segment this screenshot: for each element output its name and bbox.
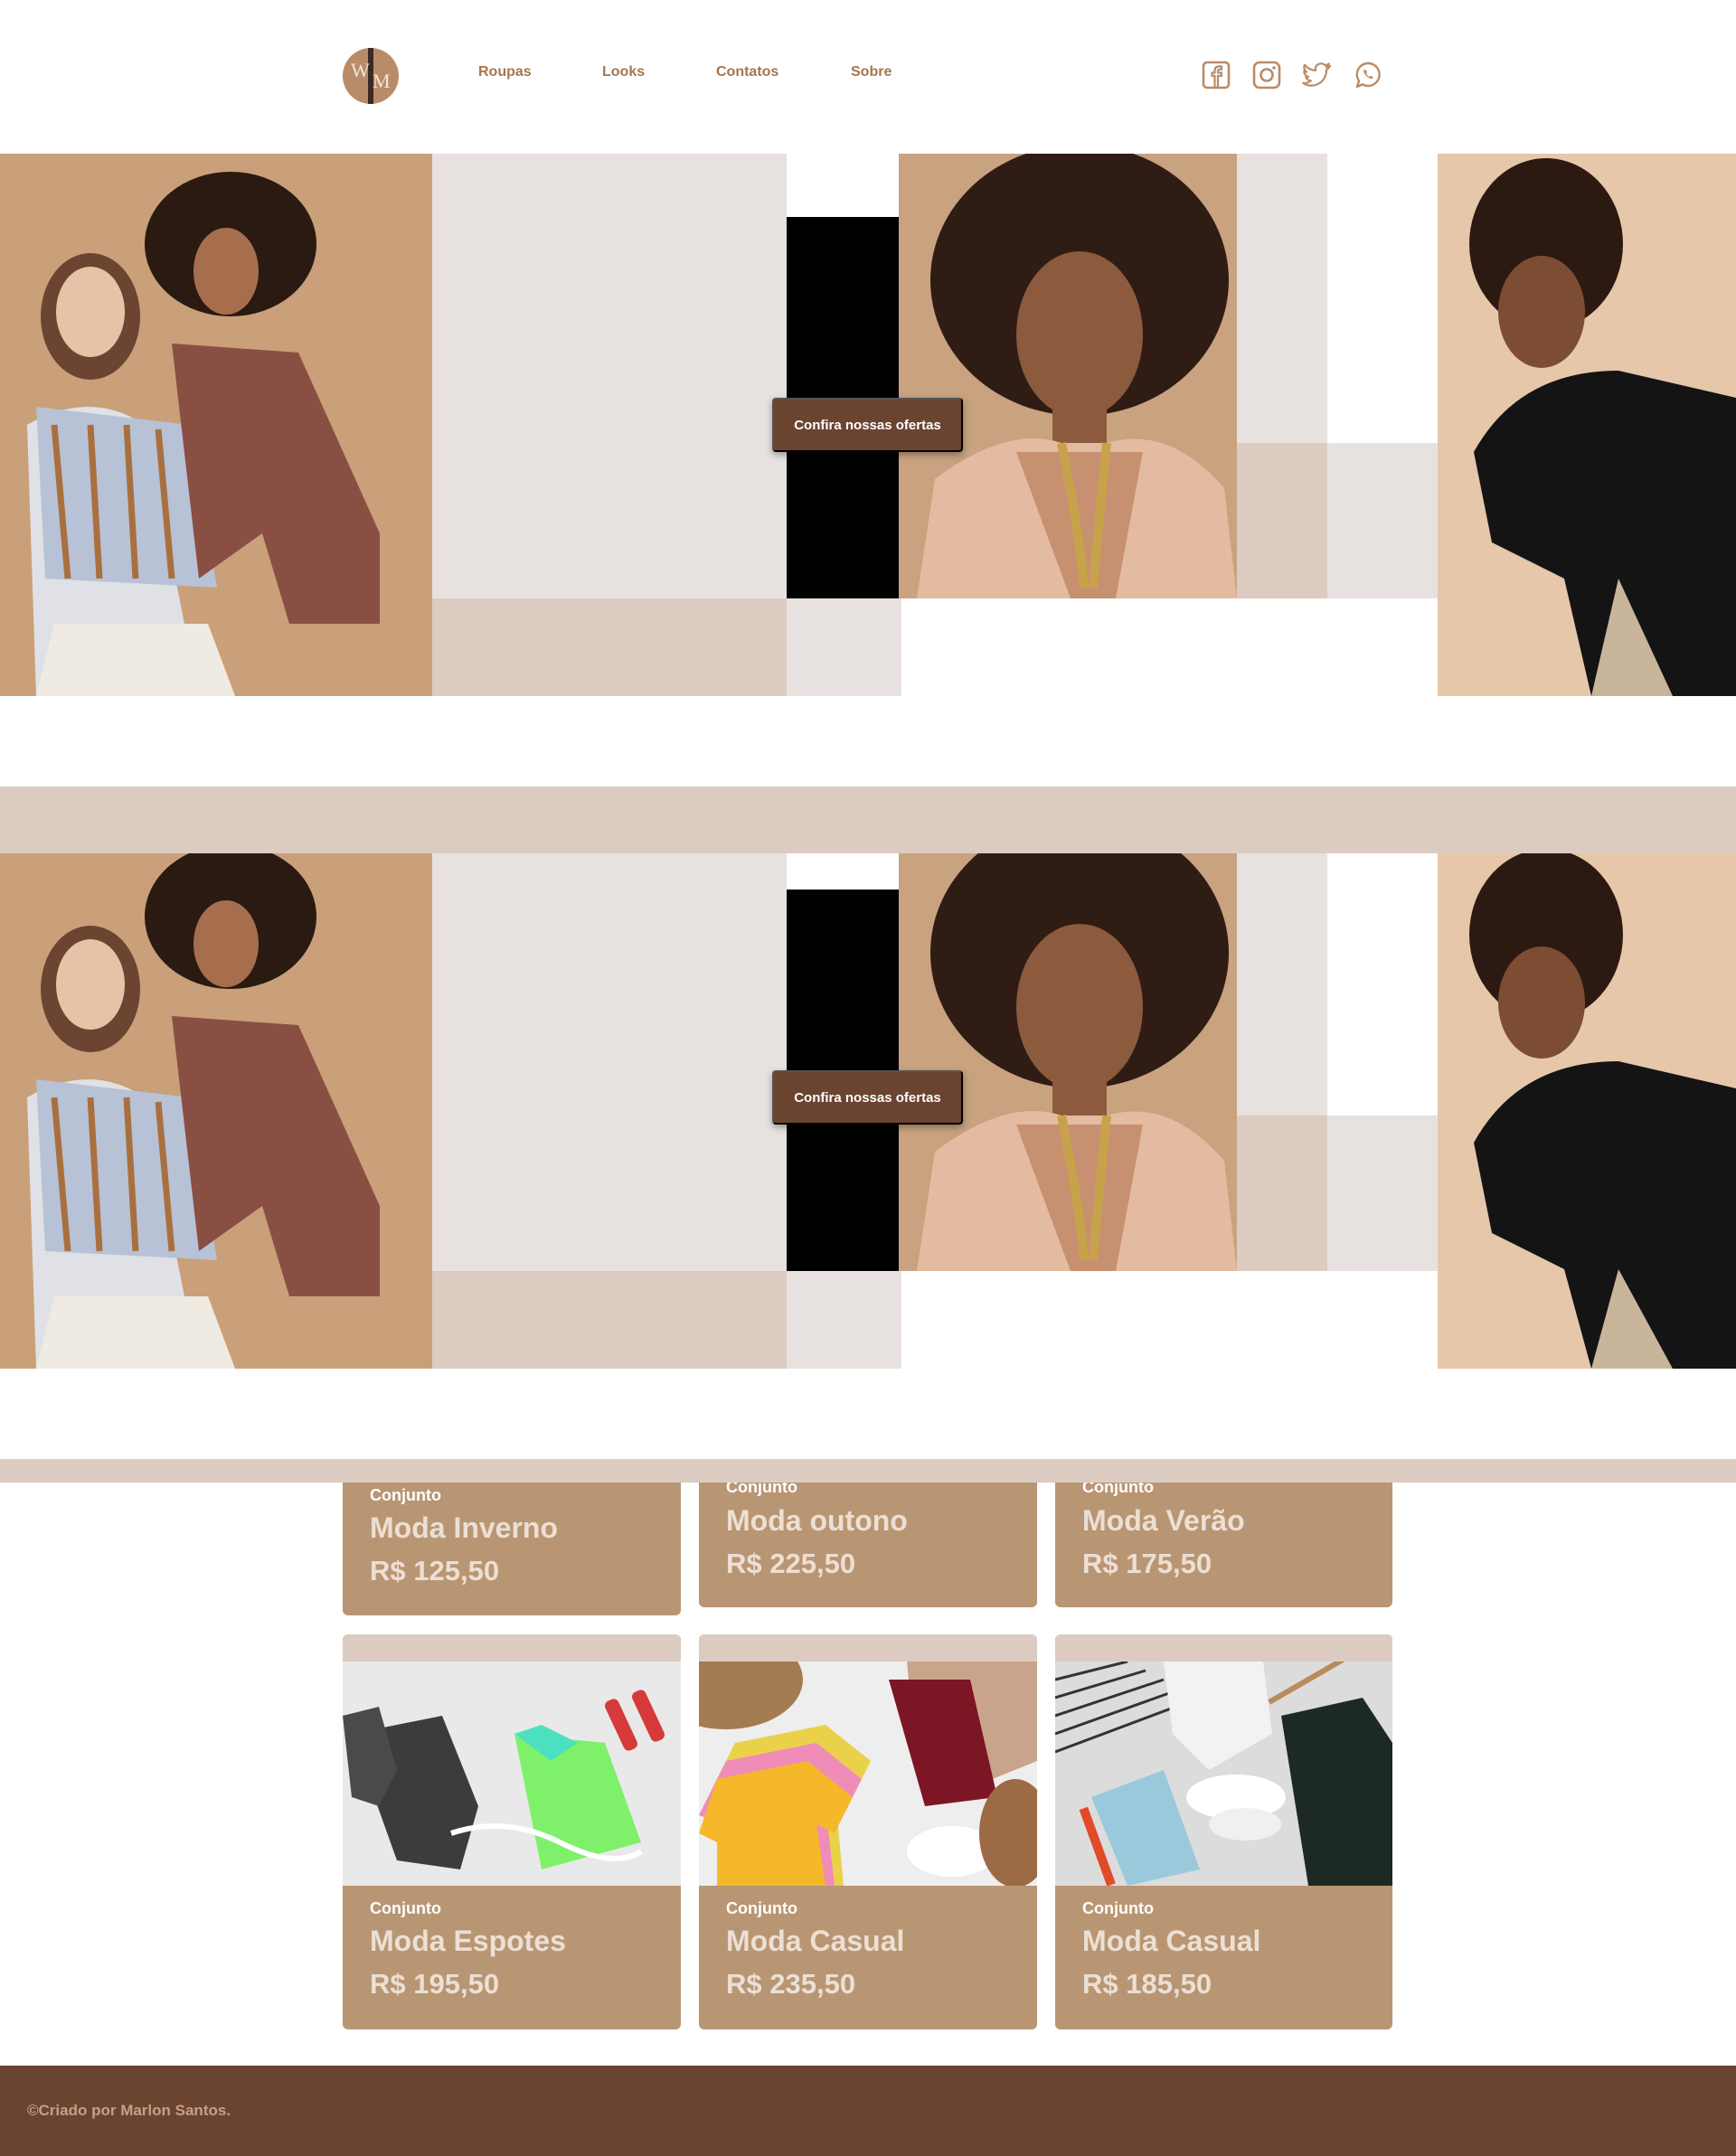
section-divider-stripe	[0, 786, 1736, 853]
hero-block-gray-right2	[1327, 443, 1438, 598]
product-price: R$ 225,50	[726, 1548, 856, 1579]
hero-photo-blazer	[1438, 154, 1736, 696]
hero-block-gray-small	[787, 1271, 901, 1369]
product-card[interactable]: Conjunto Moda Casual R$ 185,50	[1055, 1634, 1392, 2029]
nav-roupas[interactable]: Roupas	[478, 64, 532, 86]
spacer	[0, 1369, 1736, 1459]
card-top-band	[699, 1634, 1037, 1662]
product-price: R$ 185,50	[1082, 1968, 1212, 2000]
hero-banner-secondary: Confira nossas ofertas	[0, 853, 1736, 1396]
hero-photo-duo	[0, 154, 432, 696]
product-card[interactable]: Conjunto Moda Casual R$ 235,50	[699, 1634, 1037, 2029]
facebook-icon[interactable]	[1201, 60, 1231, 90]
footer-credit: ©Criado por Marlon Santos.	[27, 2102, 231, 2119]
logo-letter-w: W	[351, 59, 370, 81]
hero-block-gray	[432, 853, 787, 1271]
hero-block-pink-right	[1237, 443, 1327, 598]
hero-block-gray-small	[787, 598, 901, 696]
page: W M Roupas Looks Contatos Sobre Confira …	[0, 0, 1736, 2156]
site-header: W M Roupas Looks Contatos Sobre	[0, 0, 1736, 154]
hero-block-gray-right	[1237, 154, 1327, 443]
hero-photo-blazer	[1438, 853, 1736, 1369]
nav-looks[interactable]: Looks	[602, 64, 645, 86]
product-kind: Conjunto	[726, 1899, 797, 1917]
product-name: Moda Casual	[1082, 1925, 1261, 1957]
product-name: Moda Inverno	[370, 1511, 559, 1544]
brand-logo[interactable]: W M	[343, 48, 399, 104]
product-image-sports	[343, 1662, 681, 1886]
twitter-icon[interactable]	[1302, 60, 1333, 90]
product-price: R$ 125,50	[370, 1555, 500, 1586]
product-kind: Conjunto	[370, 1486, 441, 1504]
logo-letter-m: M	[373, 70, 391, 92]
site-footer: ©Criado por Marlon Santos.	[0, 2066, 1736, 2156]
product-price: R$ 195,50	[370, 1968, 500, 2000]
hero-photo-duo	[0, 853, 432, 1369]
product-kind: Conjunto	[370, 1899, 441, 1917]
card-top-band	[343, 1634, 681, 1662]
hero-block-pink	[432, 598, 787, 696]
product-name: Moda outono	[726, 1504, 908, 1537]
cta-offers-button-secondary[interactable]: Confira nossas ofertas	[772, 1070, 963, 1125]
hero-banner: Confira nossas ofertas	[0, 154, 1736, 696]
hero-block-gray	[432, 154, 787, 598]
nav-contatos[interactable]: Contatos	[716, 64, 778, 86]
product-name: Moda Verão	[1082, 1504, 1245, 1537]
product-card[interactable]: Conjunto Moda Espotes R$ 195,50	[343, 1634, 681, 2029]
product-price: R$ 235,50	[726, 1968, 856, 2000]
product-image-casual-black	[1055, 1662, 1392, 1886]
product-image-casual-tees	[699, 1662, 1037, 1886]
whatsapp-icon[interactable]	[1353, 60, 1383, 90]
hero-block-pink-right	[1237, 1116, 1327, 1271]
product-price: R$ 175,50	[1082, 1548, 1212, 1579]
hero-photo-curly	[899, 853, 1237, 1271]
section-divider-stripe-bottom	[0, 1459, 1736, 1483]
product-name: Moda Casual	[726, 1925, 905, 1957]
hero-block-gray-right	[1237, 853, 1327, 1116]
cta-offers-button[interactable]: Confira nossas ofertas	[772, 398, 963, 452]
card-top-band	[1055, 1634, 1392, 1662]
hero-photo-curly	[899, 154, 1237, 598]
product-kind: Conjunto	[1082, 1899, 1154, 1917]
hero-block-gray-right2	[1327, 1116, 1438, 1271]
nav-sobre[interactable]: Sobre	[851, 64, 892, 86]
product-name: Moda Espotes	[370, 1925, 566, 1957]
hero-block-pink	[432, 1271, 787, 1369]
instagram-icon[interactable]	[1251, 60, 1282, 90]
